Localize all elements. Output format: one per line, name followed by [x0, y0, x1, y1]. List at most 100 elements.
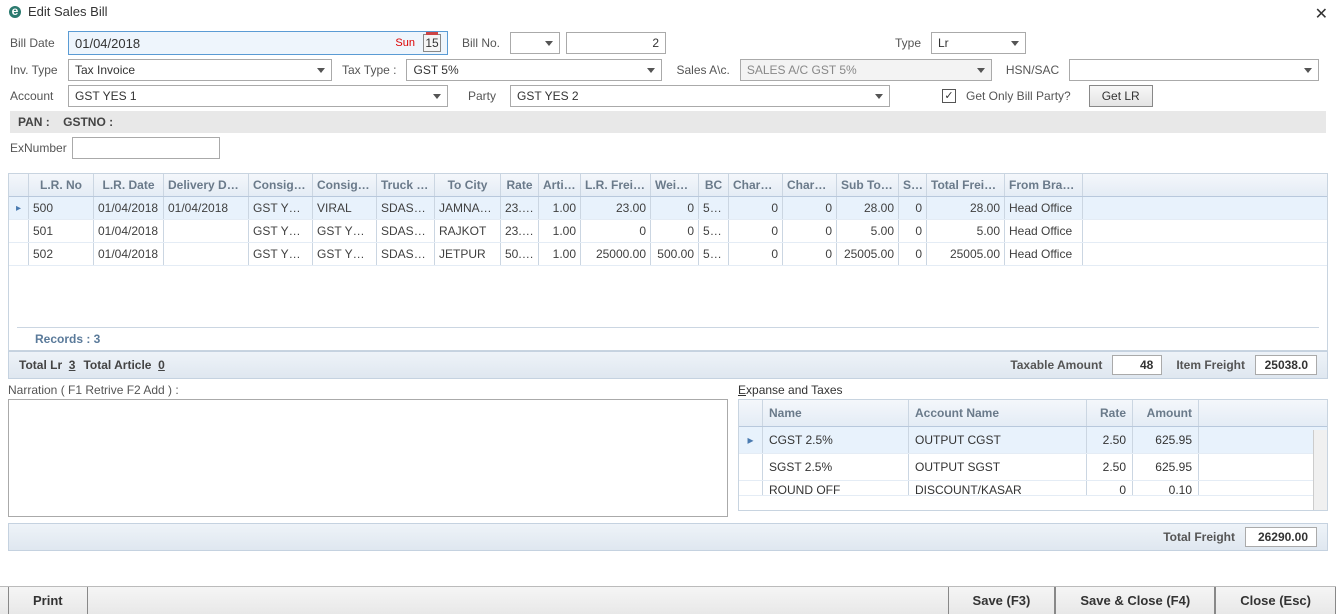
totals-bar: Total Lr 3 Total Article 0 Taxable Amoun…: [8, 351, 1328, 379]
close-icon[interactable]: ✕: [1315, 4, 1328, 24]
grid-body: ▸50001/04/201801/04/2018GST YES 2VIRALSD…: [9, 197, 1327, 327]
tax-row[interactable]: SGST 2.5%OUTPUT SGST2.50625.95: [739, 454, 1327, 481]
titlebar: e Edit Sales Bill ✕: [0, 0, 1336, 23]
tax-col-name[interactable]: Name: [763, 400, 909, 426]
total-article-label: Total Article 0: [83, 358, 164, 372]
tax-col-amount[interactable]: Amount: [1133, 400, 1199, 426]
tax-col-account[interactable]: Account Name: [909, 400, 1087, 426]
col-consignee[interactable]: Consignee: [313, 174, 377, 196]
pan-gst-bar: PAN : GSTNO :: [10, 111, 1326, 133]
col-c1[interactable]: Charge1: [729, 174, 783, 196]
app-icon: e: [8, 5, 22, 19]
col-totalfreight[interactable]: Total Freight: [927, 174, 1005, 196]
get-lr-button[interactable]: Get LR: [1089, 85, 1153, 107]
pan-label: PAN :: [18, 115, 50, 129]
row-indicator-icon: ▸: [9, 197, 29, 219]
row-indicator-icon: [9, 220, 29, 242]
col-st[interactable]: S.T.: [899, 174, 927, 196]
table-row[interactable]: ▸50001/04/201801/04/2018GST YES 2VIRALSD…: [9, 197, 1327, 220]
close-button[interactable]: Close (Esc): [1215, 587, 1336, 614]
narration-input[interactable]: [8, 399, 728, 517]
caret-icon: [317, 68, 325, 73]
exnumber-label: ExNumber: [10, 141, 66, 155]
caret-icon: [433, 94, 441, 99]
bill-no-field[interactable]: 2: [566, 32, 666, 54]
check-icon: ✓: [944, 91, 953, 102]
col-lrno[interactable]: L.R. No: [29, 174, 94, 196]
caret-icon: [875, 94, 883, 99]
tax-grid-header: Name Account Name Rate Amount: [739, 400, 1327, 427]
total-lr-label: Total Lr 3: [19, 358, 75, 372]
vertical-scrollbar[interactable]: [1313, 430, 1327, 510]
print-button[interactable]: Print: [8, 587, 88, 614]
caret-icon: [1304, 68, 1312, 73]
narration-label: Narration ( F1 Retrive F2 Add ) :: [8, 383, 728, 397]
tax-col-rate[interactable]: Rate: [1087, 400, 1133, 426]
calendar-icon[interactable]: 15: [423, 34, 441, 52]
party-label: Party: [468, 89, 504, 103]
col-lrdate[interactable]: L.R. Date: [94, 174, 164, 196]
lr-grid: L.R. No L.R. Date Delivery Date Consigne…: [8, 173, 1328, 351]
caret-icon: [977, 68, 985, 73]
col-truck[interactable]: Truck No: [377, 174, 435, 196]
col-lrfreight[interactable]: L.R. Freight: [581, 174, 651, 196]
col-rate[interactable]: Rate: [501, 174, 539, 196]
type-field[interactable]: Lr: [931, 32, 1026, 54]
tax-type-field[interactable]: GST 5%: [406, 59, 662, 81]
grid-header: L.R. No L.R. Date Delivery Date Consigne…: [9, 174, 1327, 197]
hsn-label: HSN/SAC: [1006, 63, 1063, 77]
get-only-bill-party-checkbox[interactable]: ✓: [942, 89, 956, 103]
caret-icon: [545, 41, 553, 46]
footer: Print Save (F3) Save & Close (F4) Close …: [0, 586, 1336, 614]
taxable-value: 48: [1112, 355, 1162, 375]
bill-no-label: Bill No.: [462, 36, 504, 50]
bill-date-field[interactable]: 01/04/2018 Sun 15: [68, 31, 448, 55]
get-only-bill-party-label: Get Only Bill Party?: [966, 89, 1075, 103]
sales-ac-label: Sales A\c.: [676, 63, 733, 77]
col-consigner[interactable]: Consigner: [249, 174, 313, 196]
table-row[interactable]: 50201/04/2018GST YES 1GST YES 2SDASDASJE…: [9, 243, 1327, 266]
expanse-label: Expanse and Taxes: [738, 383, 1328, 397]
col-tocity[interactable]: To City: [435, 174, 501, 196]
account-label: Account: [10, 89, 62, 103]
col-branch[interactable]: From Branch: [1005, 174, 1083, 196]
expanse-section: Expanse and Taxes Name Account Name Rate…: [738, 383, 1328, 517]
form-area: Bill Date 01/04/2018 Sun 15 Bill No. 2 T…: [0, 23, 1336, 167]
bill-date-value: 01/04/2018: [75, 36, 140, 51]
item-freight-value: 25038.0: [1255, 355, 1317, 375]
taxable-label: Taxable Amount: [1010, 358, 1106, 372]
row-indicator-icon: [9, 243, 29, 265]
inv-type-label: Inv. Type: [10, 63, 62, 77]
tax-row[interactable]: ▸CGST 2.5%OUTPUT CGST2.50625.95: [739, 427, 1327, 454]
tax-grid-body: ▸CGST 2.5%OUTPUT CGST2.50625.95SGST 2.5%…: [739, 427, 1327, 496]
bill-date-label: Bill Date: [10, 36, 62, 50]
bill-date-day: Sun: [395, 37, 415, 49]
window-title: Edit Sales Bill: [28, 4, 107, 19]
account-field[interactable]: GST YES 1: [68, 85, 448, 107]
col-subtotal[interactable]: Sub Total: [837, 174, 899, 196]
save-button[interactable]: Save (F3): [948, 587, 1056, 614]
tax-grid: Name Account Name Rate Amount ▸CGST 2.5%…: [738, 399, 1328, 511]
hsn-field[interactable]: [1069, 59, 1319, 81]
exnumber-field[interactable]: [72, 137, 220, 159]
svg-text:e: e: [12, 5, 19, 18]
col-deldate[interactable]: Delivery Date: [164, 174, 249, 196]
col-weight[interactable]: Weight: [651, 174, 699, 196]
save-close-button[interactable]: Save & Close (F4): [1055, 587, 1215, 614]
total-freight-value: 26290.00: [1245, 527, 1317, 547]
col-bc[interactable]: BC: [699, 174, 729, 196]
inv-type-field[interactable]: Tax Invoice: [68, 59, 332, 81]
total-freight-label: Total Freight: [1163, 530, 1239, 544]
table-row[interactable]: 50101/04/2018GST YES 1GST YES 2SDASDASRA…: [9, 220, 1327, 243]
tax-row[interactable]: ROUND OFFDISCOUNT/KASAR00.10: [739, 481, 1327, 496]
caret-icon: [1011, 41, 1019, 46]
item-freight-label: Item Freight: [1176, 358, 1249, 372]
col-article[interactable]: Article: [539, 174, 581, 196]
col-c2[interactable]: Charge2: [783, 174, 837, 196]
records-count: Records : 3: [17, 327, 1319, 350]
gstno-label: GSTNO :: [63, 115, 113, 129]
total-freight-bar: Total Freight 26290.00: [8, 523, 1328, 551]
party-field[interactable]: GST YES 2: [510, 85, 890, 107]
bill-no-dropdown[interactable]: [510, 32, 560, 54]
type-label: Type: [895, 36, 925, 50]
